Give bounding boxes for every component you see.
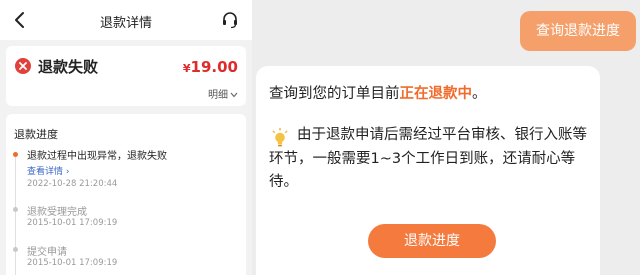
chat-panel: 查询退款进度 查询到您的订单目前正在退款中。 由于退款申请后需经过平台审核、银行… [252, 0, 640, 275]
step-time: 2015-10-01 17:09:19 [27, 218, 118, 228]
refund-detail-panel: 退款详情 退款失败 ¥19.00 明细 退款进度 退款过程中出现异常，退款失败 … [0, 0, 252, 275]
currency-symbol: ¥ [182, 62, 191, 75]
progress-title: 退款进度 [14, 128, 58, 141]
refund-status-highlight: 正在退款中 [399, 86, 473, 102]
assistant-message-card: 查询到您的订单目前正在退款中。 由于退款申请后需经过平台审核、银行入账等环节，一… [256, 66, 600, 275]
amount-value: 19.00 [190, 58, 238, 76]
timeline-line [15, 154, 16, 275]
close-circle-icon [15, 58, 31, 74]
detail-toggle[interactable]: 明细 [208, 86, 238, 101]
detail-label: 明细 [208, 90, 228, 101]
step-text: 提交申请 [27, 247, 67, 258]
step-time: 2022-10-28 21:20:44 [27, 179, 118, 189]
refund-progress-card: 退款进度 退款过程中出现异常，退款失败 查看详情 › 2022-10-28 21… [6, 114, 246, 275]
top-bar: 退款详情 [0, 0, 252, 40]
message-body: 由于退款申请后需经过平台审核、银行入账等环节，一般需要1~3个工作日到账，还请耐… [269, 127, 587, 190]
view-details-link[interactable]: 查看详情 › [27, 164, 69, 177]
page-title: 退款详情 [99, 16, 152, 31]
refund-status-card: 退款失败 ¥19.00 明细 [6, 46, 246, 106]
timeline-dot-active [13, 152, 18, 157]
step-text: 退款过程中出现异常，退款失败 [27, 151, 167, 162]
step-time: 2015-10-01 17:09:19 [27, 258, 118, 268]
refund-progress-button[interactable]: 退款进度 [368, 224, 496, 258]
message-headline: 查询到您的订单目前正在退款中。 [269, 82, 487, 103]
query-refund-progress-button[interactable]: 查询退款进度 [520, 11, 636, 51]
timeline-dot [13, 247, 18, 252]
headset-icon[interactable] [220, 10, 240, 30]
chevron-down-icon [230, 92, 238, 98]
step-text: 退款受理完成 [27, 207, 87, 218]
timeline-dot [13, 207, 18, 212]
message-prefix: 查询到您的订单目前 [269, 86, 400, 102]
refund-status-text: 退款失败 [38, 58, 99, 76]
refund-amount: ¥19.00 [183, 58, 238, 76]
message-suffix: 。 [472, 86, 487, 102]
